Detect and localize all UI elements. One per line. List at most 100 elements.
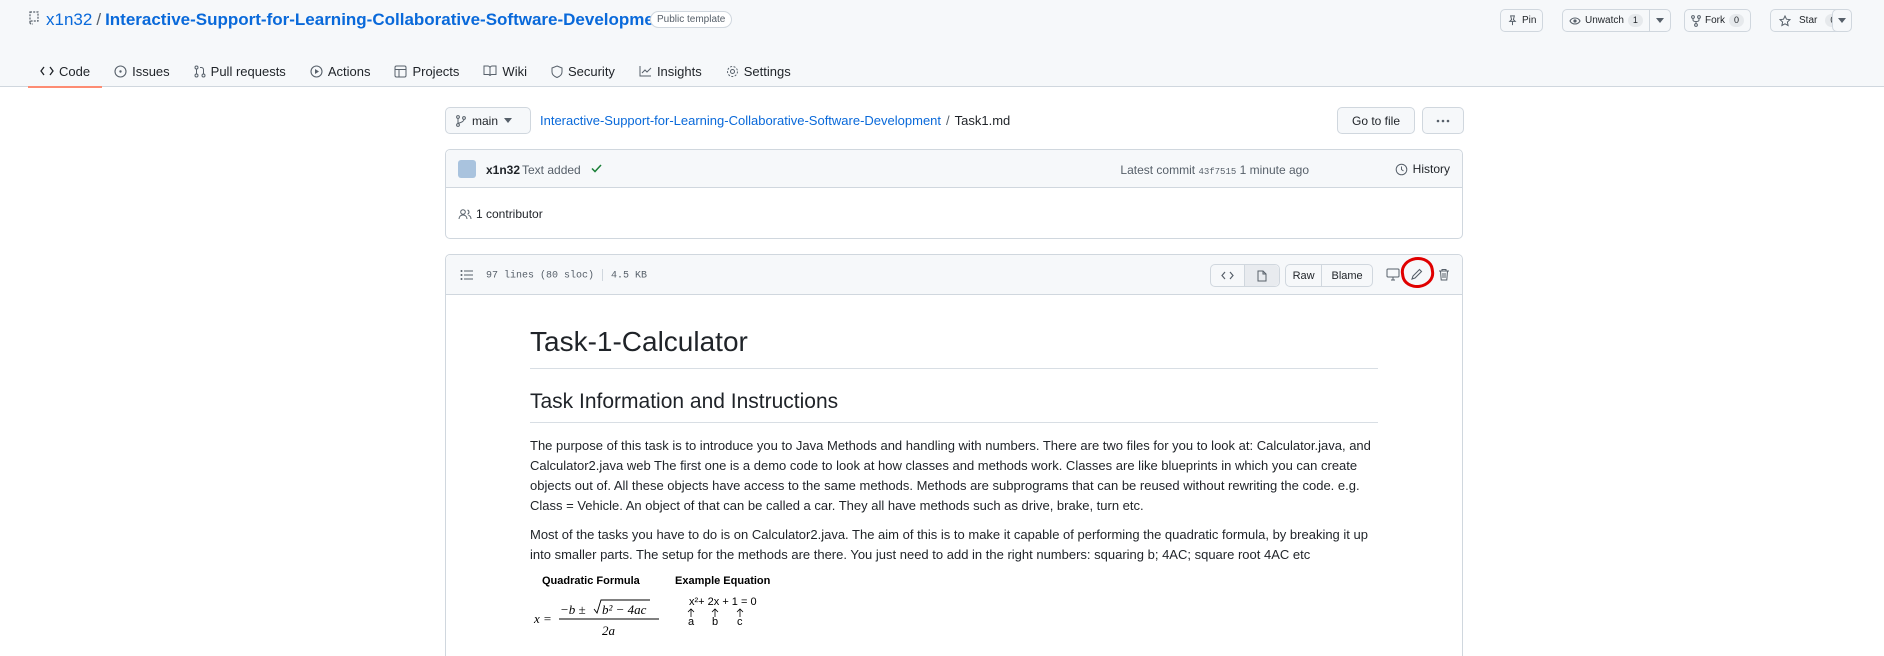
go-to-file-label: Go to file xyxy=(1352,113,1401,128)
tab-pull-requests[interactable]: Pull requests xyxy=(182,55,298,87)
pull-request-icon xyxy=(194,65,206,77)
history-label: History xyxy=(1412,162,1450,176)
history-icon xyxy=(1395,163,1407,175)
unwatch-button[interactable]: Unwatch 1 xyxy=(1562,9,1671,32)
desktop-icon[interactable] xyxy=(1386,268,1400,281)
coef-c: c xyxy=(737,616,743,628)
repo-title: x1n32/Interactive-Support-for-Learning-C… xyxy=(46,10,670,30)
breadcrumb-repo-link[interactable]: Interactive-Support-for-Learning-Collabo… xyxy=(540,113,941,128)
formula-x: x = xyxy=(533,611,552,626)
formula-image: Quadratic Formula Example Equation x = −… xyxy=(530,573,1378,648)
tab-label: Security xyxy=(567,63,615,79)
play-icon xyxy=(310,64,323,78)
star-icon xyxy=(1779,14,1791,26)
quadratic-formula-figure: Quadratic Formula Example Equation x = −… xyxy=(533,575,771,638)
people-icon xyxy=(458,209,472,220)
tab-insights[interactable]: Insights xyxy=(627,55,714,87)
repo-header: x1n32/Interactive-Support-for-Learning-C… xyxy=(0,0,1884,88)
repo-title-separator: / xyxy=(96,10,102,29)
pin-label: Pin xyxy=(1522,15,1537,26)
file-meta: 97 lines (80 sloc) 4.5 KB xyxy=(486,269,647,282)
tab-security[interactable]: Security xyxy=(539,55,627,87)
latest-commit-label: Latest commit xyxy=(1120,163,1196,177)
tab-issues[interactable]: Issues xyxy=(102,55,182,87)
paragraph-1: The purpose of this task is to introduce… xyxy=(530,438,1371,513)
go-to-file-button[interactable]: Go to file xyxy=(1337,107,1416,134)
rendered-view-button[interactable] xyxy=(1245,265,1279,286)
formula-numerator: −b ± xyxy=(560,602,586,617)
coef-b: b xyxy=(712,616,718,628)
blame-button[interactable]: Blame xyxy=(1322,265,1372,286)
tab-label: Settings xyxy=(743,63,791,79)
fork-button[interactable]: Fork 0 xyxy=(1684,9,1752,32)
example-equation: x²+ 2x + 1 = 0 xyxy=(689,596,757,608)
file-header: 97 lines (80 sloc) 4.5 KB Raw Blame xyxy=(446,255,1462,295)
commit-message[interactable]: Text added xyxy=(522,163,581,177)
raw-blame-group: Raw Blame xyxy=(1285,264,1373,287)
caret-down-icon xyxy=(1655,18,1664,23)
branch-icon xyxy=(456,114,466,127)
shield-icon xyxy=(551,64,563,78)
tab-label: Code xyxy=(59,63,91,79)
markdown-body: Task-1-Calculator Task Information and I… xyxy=(530,295,1378,648)
file-size: 4.5 KB xyxy=(611,270,648,282)
heading-2: Task Information and Instructions xyxy=(530,388,1378,423)
commit-box: x1n32 Text added Latest commit 43f7515 1… xyxy=(445,149,1463,239)
table-icon xyxy=(394,65,407,77)
watch-count: 1 xyxy=(1627,14,1643,27)
graph-icon xyxy=(639,66,652,77)
file-icon xyxy=(1257,270,1267,281)
paragraph-2: Most of the tasks you have to do is on C… xyxy=(530,527,1368,562)
tab-label: Issues xyxy=(132,63,170,79)
example-title: Example Equation xyxy=(675,575,771,587)
formula-radicand: b² − 4ac xyxy=(602,602,647,617)
latest-commit-row: x1n32 Text added Latest commit 43f7515 1… xyxy=(446,150,1462,188)
repo-template-icon xyxy=(29,11,39,25)
contributors-count: 1 contributor xyxy=(476,207,543,221)
raw-button[interactable]: Raw xyxy=(1286,265,1323,286)
code-icon xyxy=(40,66,54,76)
tab-settings[interactable]: Settings xyxy=(714,55,803,87)
breadcrumb: Interactive-Support-for-Learning-Collabo… xyxy=(540,113,1010,128)
tab-actions[interactable]: Actions xyxy=(298,55,383,87)
contributors-link[interactable]: 1 contributor xyxy=(458,207,543,221)
annotation-circle xyxy=(1399,255,1436,291)
tab-label: Pull requests xyxy=(210,63,286,79)
check-icon[interactable] xyxy=(591,164,602,173)
tab-label: Actions xyxy=(327,63,371,79)
more-options-button[interactable] xyxy=(1422,107,1464,134)
history-link[interactable]: History xyxy=(1395,162,1450,176)
star-dropdown[interactable] xyxy=(1832,9,1852,32)
commit-author[interactable]: x1n32 xyxy=(486,163,520,177)
raw-label: Raw xyxy=(1292,269,1315,282)
branch-name: main xyxy=(472,113,499,128)
book-icon xyxy=(483,65,497,77)
file-box: 97 lines (80 sloc) 4.5 KB Raw Blame Task-… xyxy=(445,254,1463,656)
list-unordered-icon[interactable] xyxy=(460,269,473,281)
caret-down-icon xyxy=(1838,18,1846,23)
unwatch-dropdown[interactable] xyxy=(1648,10,1670,31)
tab-code[interactable]: Code xyxy=(28,55,103,88)
avatar[interactable] xyxy=(458,160,476,178)
commit-sha[interactable]: 43f7515 xyxy=(1198,167,1236,177)
visibility-badge: Public template xyxy=(650,11,733,28)
repo-owner-link[interactable]: x1n32 xyxy=(46,10,92,29)
heading-1: Task-1-Calculator xyxy=(530,295,1378,369)
tab-projects[interactable]: Projects xyxy=(382,55,471,87)
blame-label: Blame xyxy=(1331,269,1363,282)
view-toggle xyxy=(1210,264,1280,287)
tab-label: Wiki xyxy=(502,63,527,79)
formula-denominator: 2a xyxy=(602,623,616,638)
source-view-button[interactable] xyxy=(1211,265,1246,286)
tab-wiki[interactable]: Wiki xyxy=(471,55,539,87)
repo-tabs: Code Issues Pull requests Actions Projec… xyxy=(28,55,803,88)
fork-count: 0 xyxy=(1729,14,1745,27)
pin-button[interactable]: Pin xyxy=(1500,9,1544,32)
coef-a: a xyxy=(688,616,695,628)
repo-name-link[interactable]: Interactive-Support-for-Learning-Collabo… xyxy=(105,10,670,29)
tab-label: Projects xyxy=(412,63,460,79)
branch-select[interactable]: main xyxy=(445,107,531,134)
latest-commit-info: Latest commit 43f7515 1 minute ago xyxy=(1120,163,1309,177)
trash-icon[interactable] xyxy=(1438,268,1450,281)
kebab-horizontal-icon xyxy=(1436,119,1450,122)
